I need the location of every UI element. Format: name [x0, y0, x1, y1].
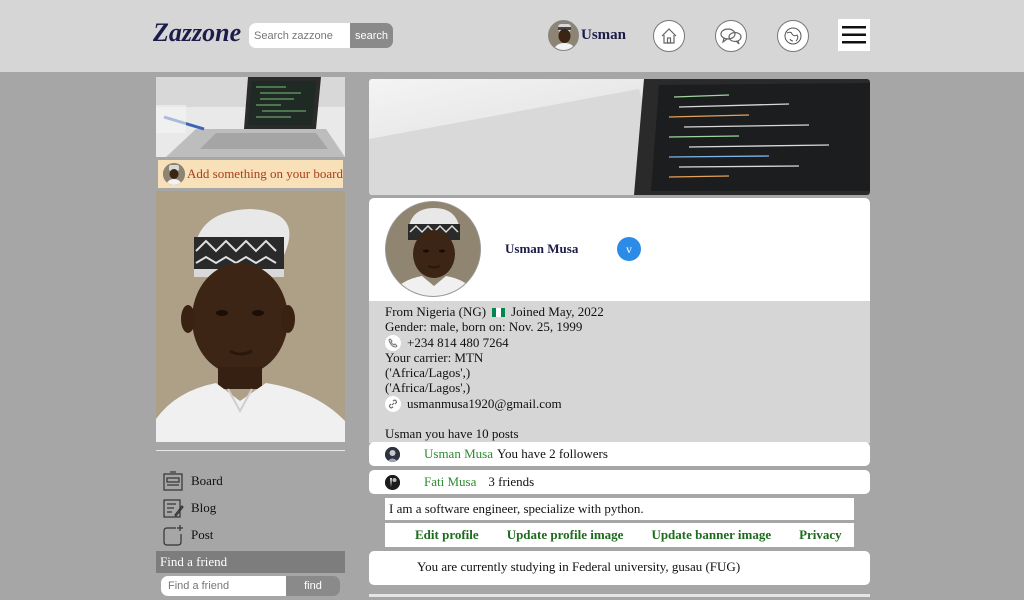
email-line: usmanmusa1920@gmail.com — [385, 396, 562, 412]
sidebar-item-label: Board — [191, 472, 223, 488]
phone-icon — [385, 335, 401, 351]
followers-count: You have 2 followers — [496, 446, 608, 461]
current-user-chip[interactable]: Usman — [548, 20, 626, 51]
update-profile-image-link[interactable]: Update profile image — [507, 527, 624, 543]
divider — [156, 450, 345, 451]
add-to-board-label: Add something on your board — [187, 166, 343, 181]
board-cover-image — [156, 77, 345, 157]
post-icon — [162, 524, 184, 546]
avatar — [385, 446, 400, 462]
avatar — [163, 163, 185, 185]
top-navbar: Zazzone search Usman — [0, 0, 1024, 72]
sidebar-item-board[interactable]: Board — [162, 467, 223, 494]
followers-row[interactable]: Usman Musa You have 2 followers — [369, 442, 870, 466]
timezone-line: ('Africa/Lagos',) — [385, 380, 471, 395]
profile-photo-large — [156, 191, 345, 442]
chat-icon[interactable] — [715, 20, 747, 52]
update-banner-image-link[interactable]: Update banner image — [651, 527, 771, 543]
site-logo[interactable]: Zazzone — [153, 18, 241, 48]
location-line: From Nigeria (NG) Joined May, 2022 — [385, 304, 604, 320]
avatar — [385, 474, 400, 490]
profile-card: Usman Musa v — [369, 198, 870, 301]
friends-count: 3 friends — [488, 474, 535, 489]
sidebar-nav: Board Blog Post — [162, 467, 223, 548]
friends-row[interactable]: Fati Musa 3 friends — [369, 470, 870, 494]
profile-bio: I am a software engineer, specialize wit… — [385, 498, 854, 520]
profile-banner-image — [369, 79, 870, 195]
joined-date: Joined May, 2022 — [511, 304, 604, 319]
nigeria-flag-icon — [492, 307, 506, 317]
profile-name: Usman Musa — [505, 241, 579, 256]
sidebar-item-post[interactable]: Post — [162, 521, 223, 548]
phone-number: +234 814 480 7264 — [407, 335, 509, 350]
sidebar-item-label: Blog — [191, 499, 217, 515]
sidebar-item-label: Post — [191, 526, 214, 542]
timezone-line: ('Africa/Lagos',) — [385, 365, 471, 380]
from-country: From Nigeria (NG) — [385, 304, 487, 319]
follower-name-link[interactable]: Usman Musa — [424, 446, 493, 462]
verified-badge: v — [617, 237, 641, 261]
privacy-link[interactable]: Privacy — [799, 527, 842, 543]
study-info: You are currently studying in Federal un… — [369, 551, 870, 585]
phone-line: +234 814 480 7264 — [385, 335, 509, 351]
board-icon — [162, 470, 184, 492]
posts-count: Usman you have 10 posts — [385, 426, 519, 441]
avatar — [548, 20, 579, 51]
globe-icon[interactable] — [777, 20, 809, 52]
email-address[interactable]: usmanmusa1920@gmail.com — [407, 396, 562, 412]
blog-icon — [162, 497, 184, 519]
home-icon[interactable] — [653, 20, 685, 52]
sidebar-item-blog[interactable]: Blog — [162, 494, 223, 521]
profile-info-panel: From Nigeria (NG) Joined May, 2022 Gende… — [369, 301, 870, 443]
edit-profile-link[interactable]: Edit profile — [415, 527, 479, 543]
site-search: search — [249, 23, 393, 48]
profile-avatar[interactable] — [385, 201, 481, 297]
link-icon — [385, 396, 401, 412]
gender-birth-line: Gender: male, born on: Nov. 25, 1999 — [385, 319, 583, 334]
divider — [369, 594, 870, 597]
search-button[interactable]: search — [350, 23, 393, 48]
add-to-board-button[interactable]: Add something on your board — [158, 160, 343, 188]
find-friend-title: Find a friend — [156, 551, 345, 573]
find-friend-button[interactable]: find — [286, 576, 340, 596]
carrier-line: Your carrier: MTN — [385, 350, 484, 365]
search-input[interactable] — [249, 23, 350, 48]
find-friend-input[interactable] — [161, 576, 286, 596]
profile-actions: Edit profile Update profile image Update… — [385, 523, 854, 547]
hamburger-menu-icon[interactable] — [838, 19, 870, 51]
friend-name-link[interactable]: Fati Musa — [424, 474, 476, 490]
current-username: Usman — [581, 27, 627, 43]
find-friend-form: find — [161, 576, 340, 596]
